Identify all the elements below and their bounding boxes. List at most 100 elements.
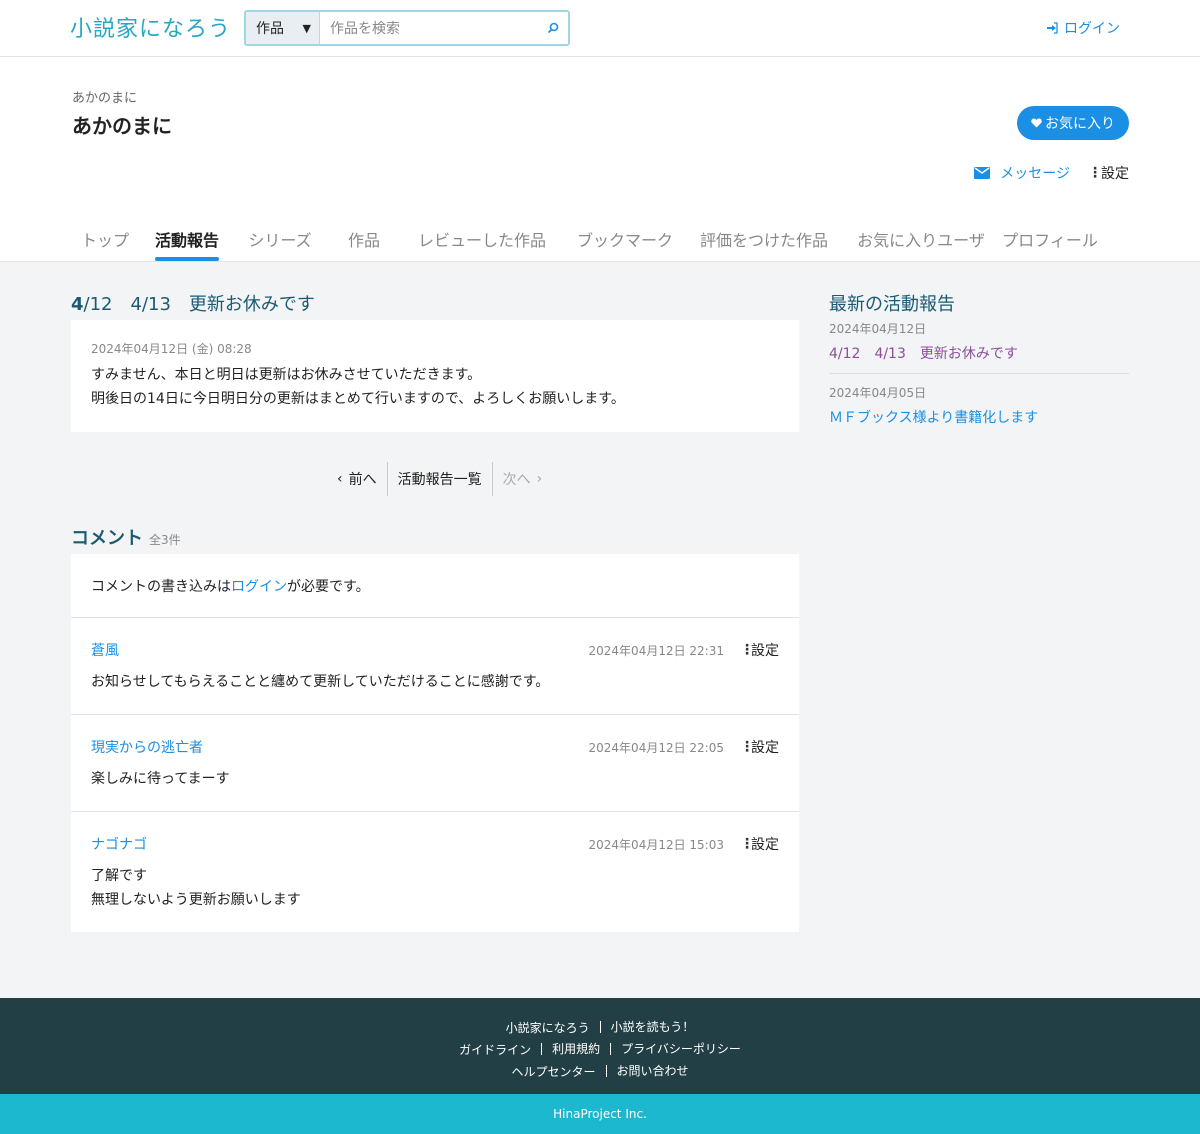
report-date: 2024年04月12日 (金) 08:28	[91, 342, 252, 356]
footer-link-narou[interactable]: 小説家になろう	[496, 1019, 600, 1036]
tab-works[interactable]: 作品	[330, 223, 398, 261]
comment-line: 了解です	[91, 868, 147, 884]
chevron-right-icon: ›	[536, 471, 543, 487]
prev-link[interactable]: ‹ 前へ	[327, 462, 387, 496]
user-name: あかのまに	[72, 114, 172, 138]
chevron-down-icon: ▼	[302, 21, 311, 35]
comment-settings-label: 設定	[751, 740, 779, 756]
latest-report-link[interactable]: ＭＦブックス様より書籍化します	[829, 407, 1129, 427]
report-line: 明後日の14日に今日明日分の更新はまとめて行いますので、よろしくお願いします。	[91, 391, 625, 407]
tab-profile[interactable]: プロフィール	[998, 223, 1102, 261]
note-text: コメントの書き込みは	[91, 579, 231, 595]
kebab-icon: ⋮	[740, 836, 754, 852]
comment-item: 蒼風 2024年04月12日 22:31 ⋮ 設定 お知らせしてもらえることと纏め…	[71, 618, 799, 715]
footer-link-terms[interactable]: 利用規約	[541, 1043, 610, 1055]
latest-reports-list: 2024年04月12日 4/12 4/13 更新お休みです 2024年04月05…	[829, 320, 1129, 447]
comment-item: 現実からの逃亡者 2024年04月12日 22:05 ⋮ 設定 楽しみに待ってまー…	[71, 715, 799, 812]
list-item: 2024年04月05日 ＭＦブックス様より書籍化します	[829, 384, 1129, 437]
search-category-value: 作品	[256, 21, 284, 37]
footer-row: ヘルプセンター お問い合わせ	[0, 1060, 1200, 1082]
profile-settings-label: 設定	[1101, 166, 1129, 182]
comment-date: 2024年04月12日 15:03	[588, 837, 724, 852]
comment-body: お知らせしてもらえることと纏めて更新していただけることに感謝です。	[91, 670, 779, 694]
latest-report-link[interactable]: 4/12 4/13 更新お休みです	[829, 343, 1129, 363]
search-icon	[547, 22, 559, 34]
footer-link-guideline[interactable]: ガイドライン	[449, 1041, 541, 1058]
list-item: 2024年04月12日 4/12 4/13 更新お休みです	[829, 320, 1129, 374]
search-placeholder: 作品を検索	[330, 21, 400, 37]
footer-row: 小説家になろう 小説を読もう！	[0, 1016, 1200, 1038]
heart-icon	[1031, 118, 1042, 128]
comment-settings-button[interactable]: ⋮ 設定	[740, 737, 779, 757]
comment-body: 楽しみに待ってまーす	[91, 767, 779, 791]
site-footer: 小説家になろう 小説を読もう！ ガイドライン 利用規約 プライバシーポリシー ヘ…	[0, 998, 1200, 1094]
logo-text: 小説家になろう	[70, 17, 232, 42]
comments-list: コメントの書き込みはログインが必要です。 蒼風 2024年04月12日 22:3…	[71, 554, 799, 932]
comment-author[interactable]: 蒼風	[91, 640, 119, 660]
favorite-button[interactable]: お気に入り	[1017, 106, 1129, 140]
comment-line: 楽しみに待ってまーす	[91, 771, 230, 787]
next-link: 次へ ›	[491, 462, 553, 496]
next-label: 次へ	[502, 472, 531, 488]
report-title-rest: /12 4/13 更新お休みです	[83, 294, 315, 315]
comment-author[interactable]: ナゴナゴ	[91, 834, 147, 854]
comment-settings-button[interactable]: ⋮ 設定	[740, 640, 779, 660]
footer-link-yomou[interactable]: 小説を読もう！	[599, 1021, 705, 1033]
kebab-icon: ⋮	[1088, 165, 1102, 181]
favorite-label: お気に入り	[1045, 116, 1115, 132]
report-title-bold: 4	[71, 294, 84, 315]
sidebar-title: 最新の活動報告	[829, 294, 955, 315]
comment-line: お知らせしてもらえることと纏めて更新していただけることに感謝です。	[91, 674, 550, 690]
copyright: HinaProject Inc.	[0, 1094, 1200, 1134]
tab-series[interactable]: シリーズ	[230, 223, 330, 261]
login-required-note: コメントの書き込みはログインが必要です。	[71, 554, 799, 618]
pager: ‹ 前へ 活動報告一覧 次へ ›	[327, 462, 552, 496]
user-sub-name: あかのまに	[72, 91, 138, 106]
report-title: 4/12 4/13 更新お休みです	[71, 290, 315, 316]
tab-rated[interactable]: 評価をつけた作品	[684, 223, 844, 261]
comment-author[interactable]: 現実からの逃亡者	[91, 737, 203, 757]
comment-settings-label: 設定	[751, 643, 779, 659]
report-line: すみません、本日と明日は更新はお休みさせていただきます。	[91, 367, 482, 383]
search-bar: 作品 ▼ 作品を検索	[244, 10, 570, 46]
profile-header: あかのまに あかのまに お気に入り メッセージ ⋮ 設定 トップ 活動報告 シリ…	[0, 57, 1200, 262]
comment-item: ナゴナゴ 2024年04月12日 15:03 ⋮ 設定 了解です 無理しないよう更…	[71, 812, 799, 932]
comment-login-link[interactable]: ログイン	[231, 579, 287, 595]
latest-report-date: 2024年04月05日	[829, 386, 927, 400]
login-icon	[1047, 22, 1058, 34]
prev-label: 前へ	[348, 472, 377, 488]
comment-settings-button[interactable]: ⋮ 設定	[740, 834, 779, 854]
login-link[interactable]: ログイン	[1046, 18, 1120, 38]
report-body: すみません、本日と明日は更新はお休みさせていただきます。 明後日の14日に今日明…	[91, 363, 779, 411]
tab-reviewed[interactable]: レビューした作品	[398, 223, 566, 261]
comment-date: 2024年04月12日 22:05	[588, 740, 724, 755]
profile-settings-button[interactable]: ⋮ 設定	[1088, 163, 1129, 183]
comments-title: コメント	[71, 528, 143, 549]
tab-favorite-users[interactable]: お気に入りユーザ	[844, 223, 998, 261]
search-button[interactable]	[538, 12, 568, 44]
footer-link-privacy[interactable]: プライバシーポリシー	[610, 1043, 751, 1055]
chevron-left-icon: ‹	[337, 471, 343, 487]
mail-icon	[974, 167, 991, 179]
comment-line: 無理しないよう更新お願いします	[91, 892, 301, 908]
comment-settings-label: 設定	[751, 837, 779, 853]
tab-bookmarks[interactable]: ブックマーク	[566, 223, 684, 261]
search-input[interactable]: 作品を検索	[320, 12, 538, 44]
comments-header: コメント 全3件	[71, 524, 181, 550]
message-label: メッセージ	[1000, 166, 1070, 182]
tab-top[interactable]: トップ	[66, 223, 144, 261]
footer-row: ガイドライン 利用規約 プライバシーポリシー	[0, 1038, 1200, 1060]
comment-date: 2024年04月12日 22:31	[588, 643, 724, 658]
search-category-select[interactable]: 作品 ▼	[246, 12, 320, 44]
report-list-link[interactable]: 活動報告一覧	[386, 462, 492, 496]
footer-link-help[interactable]: ヘルプセンター	[501, 1063, 605, 1080]
profile-actions: メッセージ ⋮ 設定	[974, 163, 1129, 183]
site-logo[interactable]: 小説家になろう	[70, 10, 231, 44]
report-card: 2024年04月12日 (金) 08:28 すみません、本日と明日は更新はお休み…	[71, 320, 799, 432]
comments-count: 全3件	[149, 533, 181, 547]
tab-activity[interactable]: 活動報告	[144, 223, 230, 261]
message-link[interactable]: メッセージ	[974, 163, 1070, 183]
comment-body: 了解です 無理しないよう更新お願いします	[91, 864, 779, 912]
footer-link-contact[interactable]: お問い合わせ	[605, 1065, 699, 1077]
site-header: 小説家になろう 作品 ▼ 作品を検索 ログイン	[0, 0, 1200, 57]
